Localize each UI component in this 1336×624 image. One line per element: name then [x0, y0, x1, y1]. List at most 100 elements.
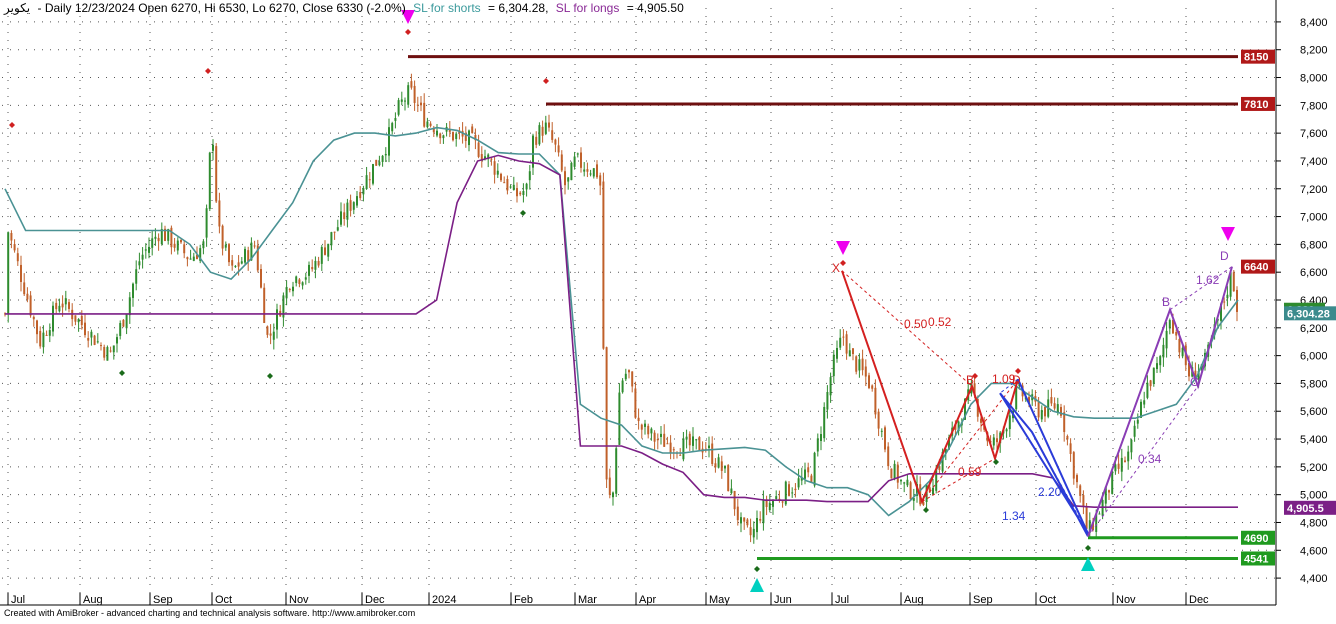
candle-body: [439, 133, 442, 139]
candle-body: [906, 479, 909, 486]
pattern-point-label: B: [1162, 295, 1170, 309]
candle-body: [1056, 404, 1059, 412]
x-tick-label: Aug: [83, 594, 103, 606]
candle-body: [1162, 344, 1165, 358]
candle-body: [592, 168, 595, 177]
candle-body: [68, 302, 70, 309]
x-tick-label: Jul: [835, 594, 849, 606]
pattern-point-label: C: [1190, 375, 1199, 389]
candle-body: [656, 439, 659, 441]
y-tick-label: 6,000: [1300, 351, 1328, 363]
candle-body: [157, 237, 160, 242]
candle-body: [628, 370, 630, 373]
candle-body: [567, 177, 570, 182]
candle-body: [378, 161, 381, 166]
candle-body: [404, 100, 406, 102]
candle-body: [1076, 475, 1078, 483]
pattern-ratio-label: 0.50: [904, 317, 928, 331]
candle-body: [756, 517, 758, 533]
candle-body: [1098, 513, 1101, 515]
candle-body: [375, 159, 378, 166]
candle-body: [996, 438, 998, 443]
candle-body: [714, 463, 717, 468]
amibroker-chart[interactable]: 8,400 8,200 8,000 7,800 7,600 7,400 7,200 7,000…: [0, 0, 1336, 619]
candle-body: [20, 264, 22, 282]
candle-body: [330, 232, 333, 246]
y-tick-label: 5,000: [1300, 490, 1328, 502]
pattern-ratio-label: 0.34: [1138, 452, 1162, 466]
candle-body: [679, 454, 682, 456]
candle-body: [394, 118, 397, 121]
candle-body: [730, 488, 733, 494]
candle-body: [596, 164, 598, 178]
y-tick-label: 8,400: [1300, 17, 1328, 29]
candle-body: [740, 517, 742, 524]
candle-body: [10, 233, 13, 241]
x-tick-label: Sep: [153, 594, 173, 606]
candle-body: [500, 173, 502, 181]
x-tick-label: May: [709, 594, 730, 606]
candle-body: [452, 132, 454, 141]
candle-body: [1072, 452, 1075, 479]
price-chart-svg[interactable]: 8,400 8,200 8,000 7,800 7,600 7,400 7,200 7,000…: [0, 0, 1336, 619]
candle-body: [727, 465, 730, 491]
candle-body: [1175, 331, 1178, 336]
candle-body: [176, 240, 179, 251]
candle-body: [388, 127, 390, 156]
candle-body: [7, 232, 10, 315]
candle-body: [407, 85, 410, 105]
candle-body: [384, 153, 387, 156]
candle-body: [768, 502, 771, 511]
candle-body: [13, 244, 16, 251]
candle-body: [890, 468, 893, 479]
candle-body: [276, 309, 278, 330]
candle-body: [573, 156, 576, 167]
candle-body: [410, 81, 413, 88]
candle-body: [692, 436, 694, 446]
candle-body: [298, 279, 301, 285]
candle-body: [772, 500, 774, 507]
x-tick-label: Jun: [774, 594, 792, 606]
candle-body: [362, 188, 365, 195]
candle-body: [16, 253, 19, 262]
candle-body: [308, 264, 310, 276]
candle-body: [852, 348, 854, 355]
candle-body: [672, 449, 675, 451]
y-tick-label: 5,200: [1300, 462, 1328, 474]
candle-body: [1040, 410, 1043, 420]
candle-body: [496, 170, 499, 175]
candle-body: [292, 286, 294, 292]
candle-body: [1069, 443, 1072, 454]
candle-body: [909, 482, 912, 500]
candle-body: [829, 377, 832, 396]
candle-body: [637, 417, 640, 422]
x-tick-label: Apr: [639, 594, 656, 606]
price-tag-label: 4690: [1244, 533, 1268, 545]
y-tick-label: 7,800: [1300, 100, 1328, 112]
candle-body: [346, 202, 349, 220]
candle-body: [720, 461, 723, 471]
candle-body: [647, 425, 650, 435]
candle-body: [42, 332, 45, 348]
candle-body: [580, 152, 582, 168]
candle-body: [893, 463, 896, 479]
candle-body: [202, 241, 205, 249]
candle-body: [711, 443, 714, 464]
candle-body: [77, 319, 80, 323]
candle-body: [1136, 419, 1139, 424]
y-tick-label: 7,400: [1300, 156, 1328, 168]
x-tick-label: Aug: [904, 594, 924, 606]
candle-body: [1168, 320, 1171, 329]
candle-body: [64, 298, 67, 305]
candle-body: [551, 130, 554, 140]
symbol-name: يكوير: [4, 1, 31, 15]
candle-body: [599, 175, 602, 186]
candle-body: [724, 465, 726, 469]
candle-body: [608, 477, 611, 495]
candle-body: [807, 467, 810, 473]
candle-body: [311, 267, 314, 270]
x-tick-label: Feb: [514, 594, 533, 606]
candle-body: [23, 282, 26, 295]
candle-body: [221, 225, 224, 249]
pattern-ratio-label: 0.52: [928, 315, 952, 329]
